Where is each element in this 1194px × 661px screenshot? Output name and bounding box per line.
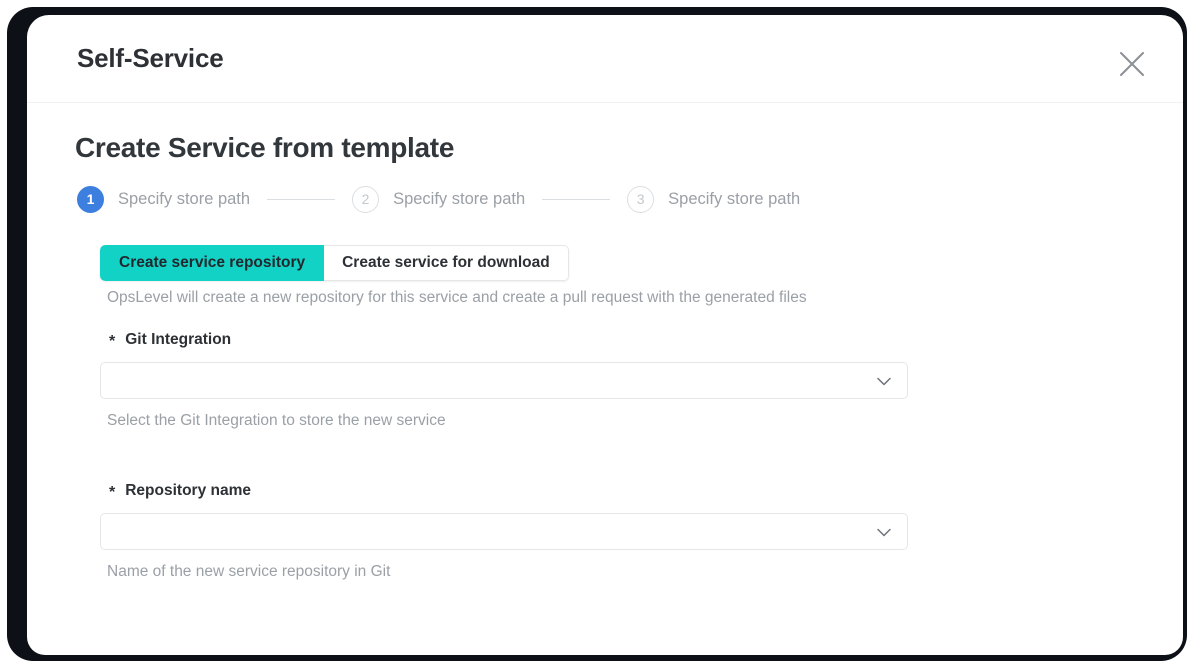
repository-name-label: * Repository name [109, 481, 908, 501]
step-number-2: 2 [352, 186, 379, 213]
stepper: 1 Specify store path 2 Specify store pat… [77, 182, 800, 216]
chevron-down-icon [874, 522, 894, 542]
close-icon[interactable] [1113, 45, 1151, 83]
stepper-step-3[interactable]: 3 Specify store path [627, 186, 800, 213]
git-integration-label: * Git Integration [109, 330, 908, 350]
modal-header: Self-Service [27, 15, 1183, 103]
required-marker: * [109, 334, 115, 350]
stepper-step-2[interactable]: 2 Specify store path [352, 186, 525, 213]
chevron-down-icon [874, 371, 894, 391]
stepper-connector-1 [267, 199, 335, 200]
stepper-connector-2 [542, 199, 610, 200]
step-label-2: Specify store path [393, 190, 525, 209]
repository-name-select[interactable] [100, 513, 908, 550]
git-integration-label-text: Git Integration [125, 331, 231, 349]
step-label-3: Specify store path [668, 190, 800, 209]
screenshot-viewport: Self-Service Create Service from templat… [0, 0, 1194, 661]
device-frame: Self-Service Create Service from templat… [7, 7, 1187, 661]
step-number-3: 3 [627, 186, 654, 213]
tab-create-service-repository[interactable]: Create service repository [100, 245, 324, 281]
page-title: Create Service from template [75, 132, 454, 164]
git-integration-select[interactable] [100, 362, 908, 399]
step-number-1: 1 [77, 186, 104, 213]
field-git-integration: * Git Integration Select the Git Integra… [100, 330, 908, 430]
stepper-step-1[interactable]: 1 Specify store path [77, 186, 250, 213]
tab-description: OpsLevel will create a new repository fo… [107, 289, 807, 307]
modal-title: Self-Service [77, 43, 223, 74]
self-service-modal: Self-Service Create Service from templat… [27, 15, 1183, 655]
tab-create-service-for-download[interactable]: Create service for download [324, 245, 569, 281]
required-marker: * [109, 485, 115, 501]
repository-name-label-text: Repository name [125, 482, 251, 500]
git-integration-help: Select the Git Integration to store the … [107, 412, 908, 430]
step-label-1: Specify store path [118, 190, 250, 209]
tab-group: Create service repository Create service… [100, 245, 569, 281]
field-repository-name: * Repository name Name of the new servic… [100, 481, 908, 581]
repository-name-help: Name of the new service repository in Gi… [107, 563, 908, 581]
